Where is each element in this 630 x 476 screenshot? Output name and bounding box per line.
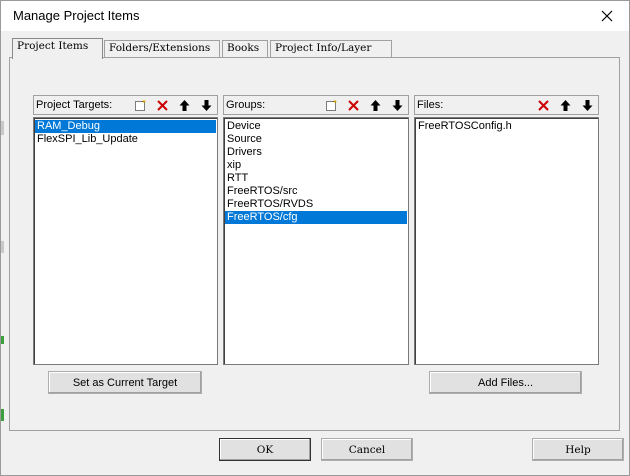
move-group-down-button[interactable] bbox=[387, 97, 407, 114]
move-up-icon bbox=[560, 100, 570, 111]
groups-list[interactable]: Device Source Drivers xip RTT FreeRTOS/s… bbox=[223, 117, 409, 365]
new-target-button[interactable] bbox=[130, 97, 150, 114]
group-item[interactable]: xip bbox=[225, 159, 407, 172]
tab-books[interactable]: Books bbox=[222, 40, 268, 57]
group-item[interactable]: FreeRTOS/RVDS bbox=[225, 198, 407, 211]
title-bar: Manage Project Items bbox=[1, 1, 629, 31]
delete-icon bbox=[156, 100, 168, 111]
target-item[interactable]: FlexSPI_Lib_Update bbox=[35, 133, 216, 146]
target-item[interactable]: RAM_Debug bbox=[35, 120, 216, 133]
new-item-icon bbox=[134, 100, 145, 111]
group-item[interactable]: RTT bbox=[225, 172, 407, 185]
close-button[interactable] bbox=[585, 1, 629, 31]
project-targets-list[interactable]: RAM_Debug FlexSPI_Lib_Update bbox=[33, 117, 218, 365]
group-item[interactable]: Device bbox=[225, 120, 407, 133]
move-file-up-button[interactable] bbox=[555, 97, 575, 114]
delete-file-button[interactable] bbox=[533, 97, 553, 114]
ok-button[interactable]: OK bbox=[219, 438, 311, 461]
delete-icon bbox=[537, 100, 549, 111]
window-title: Manage Project Items bbox=[13, 8, 140, 23]
move-up-icon bbox=[370, 100, 380, 111]
groups-label: Groups: bbox=[226, 99, 266, 111]
group-item[interactable]: FreeRTOS/src bbox=[225, 185, 407, 198]
files-header: Files: bbox=[414, 95, 599, 115]
tab-folders-extensions[interactable]: Folders/Extensions bbox=[104, 40, 220, 57]
files-label: Files: bbox=[417, 99, 444, 111]
edge-artifact bbox=[1, 336, 4, 344]
help-button[interactable]: Help bbox=[532, 438, 624, 461]
move-target-up-button[interactable] bbox=[174, 97, 194, 114]
group-item[interactable]: Drivers bbox=[225, 146, 407, 159]
move-target-down-button[interactable] bbox=[196, 97, 216, 114]
move-group-up-button[interactable] bbox=[365, 97, 385, 114]
group-item[interactable]: Source bbox=[225, 133, 407, 146]
close-icon bbox=[601, 10, 613, 22]
manage-project-items-dialog: Manage Project Items Project Items Folde… bbox=[0, 0, 630, 476]
edge-artifact bbox=[1, 121, 4, 135]
move-down-icon bbox=[392, 100, 402, 111]
group-item[interactable]: FreeRTOS/cfg bbox=[225, 211, 407, 224]
add-files-button[interactable]: Add Files... bbox=[429, 371, 582, 394]
set-as-current-target-button[interactable]: Set as Current Target bbox=[48, 371, 202, 394]
tab-project-info-layer[interactable]: Project Info/Layer bbox=[270, 40, 392, 57]
project-targets-header: Project Targets: bbox=[33, 95, 218, 115]
groups-header: Groups: bbox=[223, 95, 409, 115]
move-down-icon bbox=[201, 100, 211, 111]
new-item-icon bbox=[325, 100, 336, 111]
files-list[interactable]: FreeRTOSConfig.h bbox=[414, 117, 599, 365]
edge-artifact bbox=[1, 241, 4, 253]
file-item[interactable]: FreeRTOSConfig.h bbox=[416, 120, 597, 133]
delete-icon bbox=[347, 100, 359, 111]
move-file-down-button[interactable] bbox=[577, 97, 597, 114]
new-group-button[interactable] bbox=[321, 97, 341, 114]
edge-artifact bbox=[1, 409, 4, 421]
delete-target-button[interactable] bbox=[152, 97, 172, 114]
move-down-icon bbox=[582, 100, 592, 111]
move-up-icon bbox=[179, 100, 189, 111]
project-targets-label: Project Targets: bbox=[36, 99, 113, 111]
cancel-button[interactable]: Cancel bbox=[321, 438, 413, 461]
tab-project-items[interactable]: Project Items bbox=[12, 38, 103, 59]
delete-group-button[interactable] bbox=[343, 97, 363, 114]
